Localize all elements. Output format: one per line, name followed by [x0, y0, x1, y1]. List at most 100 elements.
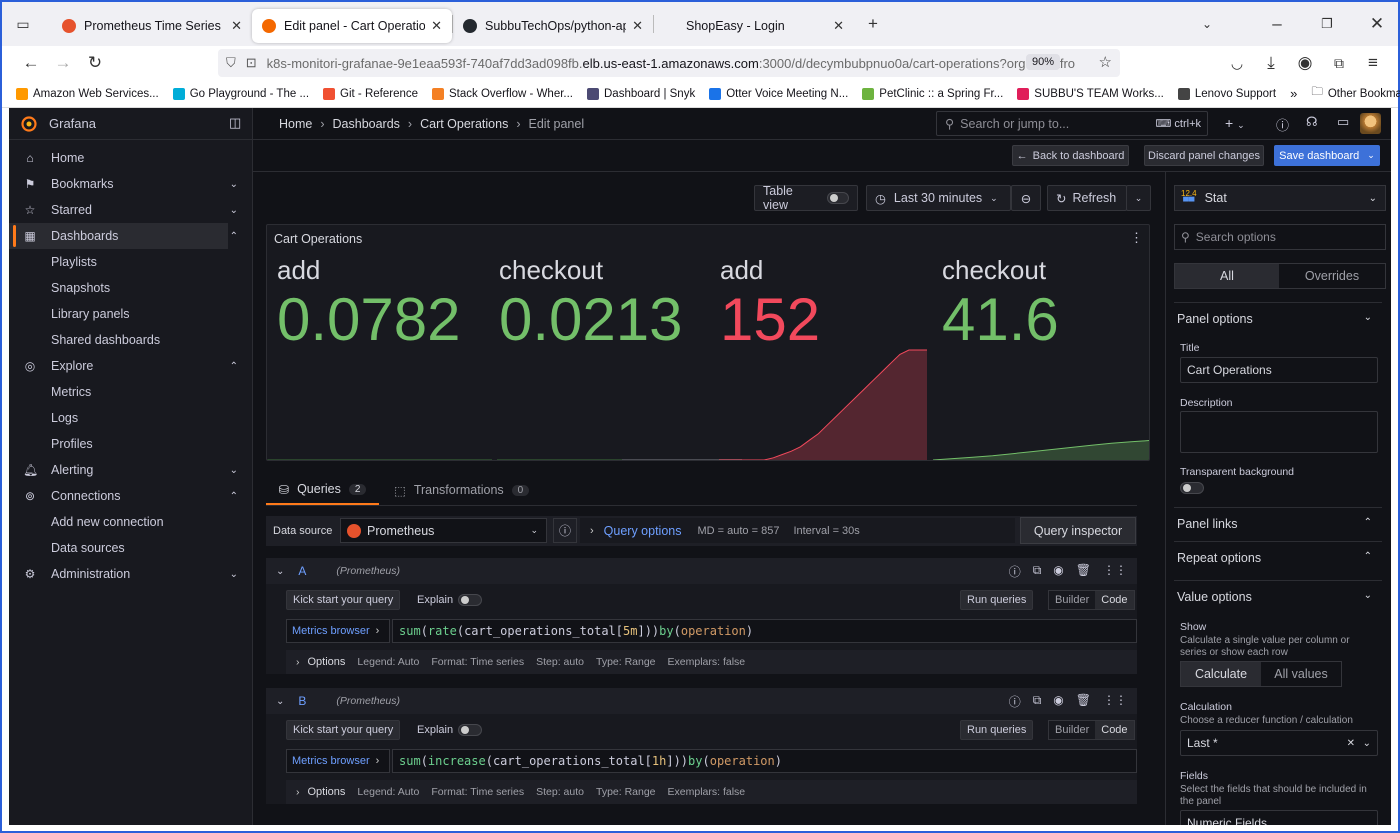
duplicate-icon[interactable]: ⧉ [1033, 563, 1042, 580]
calculation-select[interactable]: Last * ✕ ⌄ [1180, 730, 1378, 756]
value-options-header[interactable]: Value options ⌄ [1174, 590, 1382, 612]
news-feed-icon[interactable]: ☊ [1306, 114, 1318, 130]
code-option[interactable]: Code [1095, 721, 1134, 739]
more-bookmarks-chevron-icon[interactable]: » [1290, 86, 1297, 101]
close-tab-icon[interactable]: ✕ [231, 18, 242, 34]
sidebar-item-playlists[interactable]: Playlists [9, 249, 252, 275]
browser-tab[interactable]: SubbuTechOps/python-app-do ✕ [453, 9, 653, 43]
query-row-header[interactable]: ⌄ B (Prometheus) ⓘ ⧉ ◉ 🗑︎ ⋮⋮ [266, 688, 1137, 714]
all-values-option[interactable]: All values [1261, 662, 1341, 686]
table-view-toggle[interactable]: Table view [754, 184, 858, 212]
explain-switch[interactable] [458, 594, 482, 606]
bookmark-item[interactable]: Dashboard | Snyk [587, 87, 695, 100]
tab-overrides[interactable]: Overrides [1279, 264, 1385, 288]
refresh-interval-picker[interactable]: ⌄ [1126, 185, 1151, 211]
description-input[interactable] [1180, 411, 1378, 453]
datasource-picker[interactable]: Prometheus ⌄ [340, 518, 547, 543]
sidebar-item-library-panels[interactable]: Library panels [9, 301, 252, 327]
sidebar-item-dashboards[interactable]: ▦ Dashboards ⌃ [9, 223, 238, 249]
pocket-icon[interactable]: ◡ [1222, 55, 1252, 72]
browser-tab[interactable]: Prometheus Time Series Collect ✕ [52, 9, 252, 43]
trash-icon[interactable]: 🗑︎ [1076, 563, 1091, 580]
chevron-down-icon[interactable]: ⌄ [230, 205, 238, 216]
tab-queries[interactable]: ⛁ Queries 2 [266, 475, 379, 505]
bookmark-item[interactable]: Otter Voice Meeting N... [709, 87, 848, 100]
other-bookmarks[interactable]: 🗀Other Bookmarks [1311, 84, 1400, 103]
trash-icon[interactable]: 🗑︎ [1076, 693, 1091, 710]
tab-all[interactable]: All [1175, 264, 1279, 288]
reload-icon[interactable]: ↻ [80, 53, 110, 73]
minimize-icon[interactable]: – [1262, 14, 1292, 34]
chevron-down-icon[interactable]: ⌄ [230, 569, 238, 580]
search-input[interactable]: ⚲ Search or jump to... ⌨ ctrl+k [936, 111, 1208, 136]
account-icon[interactable]: ◉ [1290, 53, 1320, 73]
run-queries-button[interactable]: Run queries [960, 720, 1034, 740]
query-options-row[interactable]: › Options Legend: Auto Format: Time series S… [286, 780, 1137, 804]
duplicate-icon[interactable]: ⧉ [1033, 693, 1042, 710]
calculate-option[interactable]: Calculate [1181, 662, 1261, 686]
breadcrumb-item[interactable]: Cart Operations [420, 117, 508, 131]
breadcrumb-item[interactable]: Dashboards [333, 117, 400, 131]
chevron-down-icon[interactable]: ⌄ [230, 465, 238, 476]
stat-panel[interactable]: Cart Operations ⋮ add 0.0782 checkout 0.021… [266, 224, 1150, 461]
query-inspector-button[interactable]: Query inspector [1020, 517, 1136, 544]
bookmark-item[interactable]: PetClinic :: a Spring Fr... [862, 87, 1003, 100]
grafana-logo[interactable]: Grafana ◫ [9, 108, 252, 140]
chevron-down-icon[interactable]: ⌄ [276, 566, 284, 577]
menu-icon[interactable]: ≡ [1358, 53, 1388, 73]
query-letter[interactable]: A [298, 564, 306, 578]
breadcrumb-item[interactable]: Home [279, 117, 312, 131]
builder-option[interactable]: Builder [1049, 721, 1095, 739]
close-tab-icon[interactable]: ✕ [833, 18, 844, 34]
bookmark-item[interactable]: Stack Overflow - Wher... [432, 87, 573, 100]
chevron-up-icon[interactable]: ⌃ [230, 231, 238, 242]
back-to-dashboard-button[interactable]: ← Back to dashboard [1012, 145, 1129, 166]
time-range-picker[interactable]: ◷ Last 30 minutes ⌄ [866, 185, 1011, 211]
forward-arrow-icon[interactable]: → [48, 53, 78, 73]
sidebar-item-bookmarks[interactable]: ⚑ Bookmarks ⌄ [9, 171, 252, 197]
chevron-down-icon[interactable]: ⌄ [276, 696, 284, 707]
chevron-up-icon[interactable]: ⌃ [230, 491, 238, 502]
query-options-row[interactable]: › Options Legend: Auto Format: Time series S… [286, 650, 1137, 674]
repeat-options-header[interactable]: Repeat options ⌃ [1174, 551, 1382, 573]
query-options-bar[interactable]: › Query options MD = auto = 857 Interval… [580, 518, 1015, 543]
bookmark-item[interactable]: Amazon Web Services... [16, 87, 159, 100]
eye-icon[interactable]: ◉ [1053, 563, 1063, 580]
sidebar-item-logs[interactable]: Logs [9, 405, 252, 431]
sidebar-item-alerting[interactable]: 🔔︎ Alerting ⌄ [9, 457, 252, 483]
panel-links-header[interactable]: Panel links ⌃ [1174, 517, 1382, 539]
close-tab-icon[interactable]: ✕ [431, 18, 442, 34]
restore-icon[interactable]: ❐ [1312, 16, 1342, 32]
kick-start-query-button[interactable]: Kick start your query [286, 590, 401, 610]
sidebar-item-metrics[interactable]: Metrics [9, 379, 252, 405]
chevron-up-icon[interactable]: ⌃ [230, 361, 238, 372]
tab-overview-icon[interactable]: ▭ [8, 16, 38, 33]
zoom-level[interactable]: 90% [1025, 54, 1060, 70]
search-options-input[interactable]: ⚲ Search options [1174, 224, 1386, 250]
url-bar[interactable]: ⛉ ⊡ k8s-monitori-grafanae-9e1eaa593f-740… [218, 49, 1120, 77]
discard-panel-changes-button[interactable]: Discard panel changes [1144, 145, 1264, 166]
visualization-picker[interactable]: 12.4 ▀▀ Stat ⌄ [1174, 185, 1386, 211]
code-option[interactable]: Code [1095, 591, 1134, 609]
help-icon[interactable]: ⓘ [1009, 693, 1021, 710]
add-menu-button[interactable]: + ⌄ [1225, 115, 1245, 131]
browser-tab[interactable]: Edit panel - Cart Operations - D ✕ [252, 9, 452, 43]
extensions-icon[interactable]: ⧉ [1324, 55, 1354, 72]
bookmark-item[interactable]: Git - Reference [323, 87, 418, 100]
close-tab-icon[interactable]: ✕ [632, 18, 643, 34]
sidebar-item-add-new-connection[interactable]: Add new connection [9, 509, 252, 535]
bookmark-star-icon[interactable]: ☆ [1099, 53, 1112, 71]
title-input[interactable]: Cart Operations [1180, 357, 1378, 383]
zoom-out-button[interactable]: ⊖ [1011, 185, 1041, 211]
tab-transformations[interactable]: ⬚ Transformations 0 [394, 475, 534, 505]
promql-expression-input[interactable]: sum(increase(cart_operations_total[1h]))… [392, 749, 1137, 773]
sidebar-item-shared-dashboards[interactable]: Shared dashboards [9, 327, 252, 353]
run-queries-button[interactable]: Run queries [960, 590, 1034, 610]
sidebar-item-connections[interactable]: ⊚ Connections ⌃ [9, 483, 252, 509]
bookmark-item[interactable]: Lenovo Support [1177, 87, 1276, 100]
bookmark-item[interactable]: Go Playground - The ... [172, 87, 309, 100]
chevron-down-icon[interactable]: ⌄ [230, 179, 238, 190]
builder-option[interactable]: Builder [1049, 591, 1095, 609]
promql-expression-input[interactable]: sum(rate(cart_operations_total[5m])) by … [392, 619, 1137, 643]
eye-icon[interactable]: ◉ [1053, 693, 1063, 710]
